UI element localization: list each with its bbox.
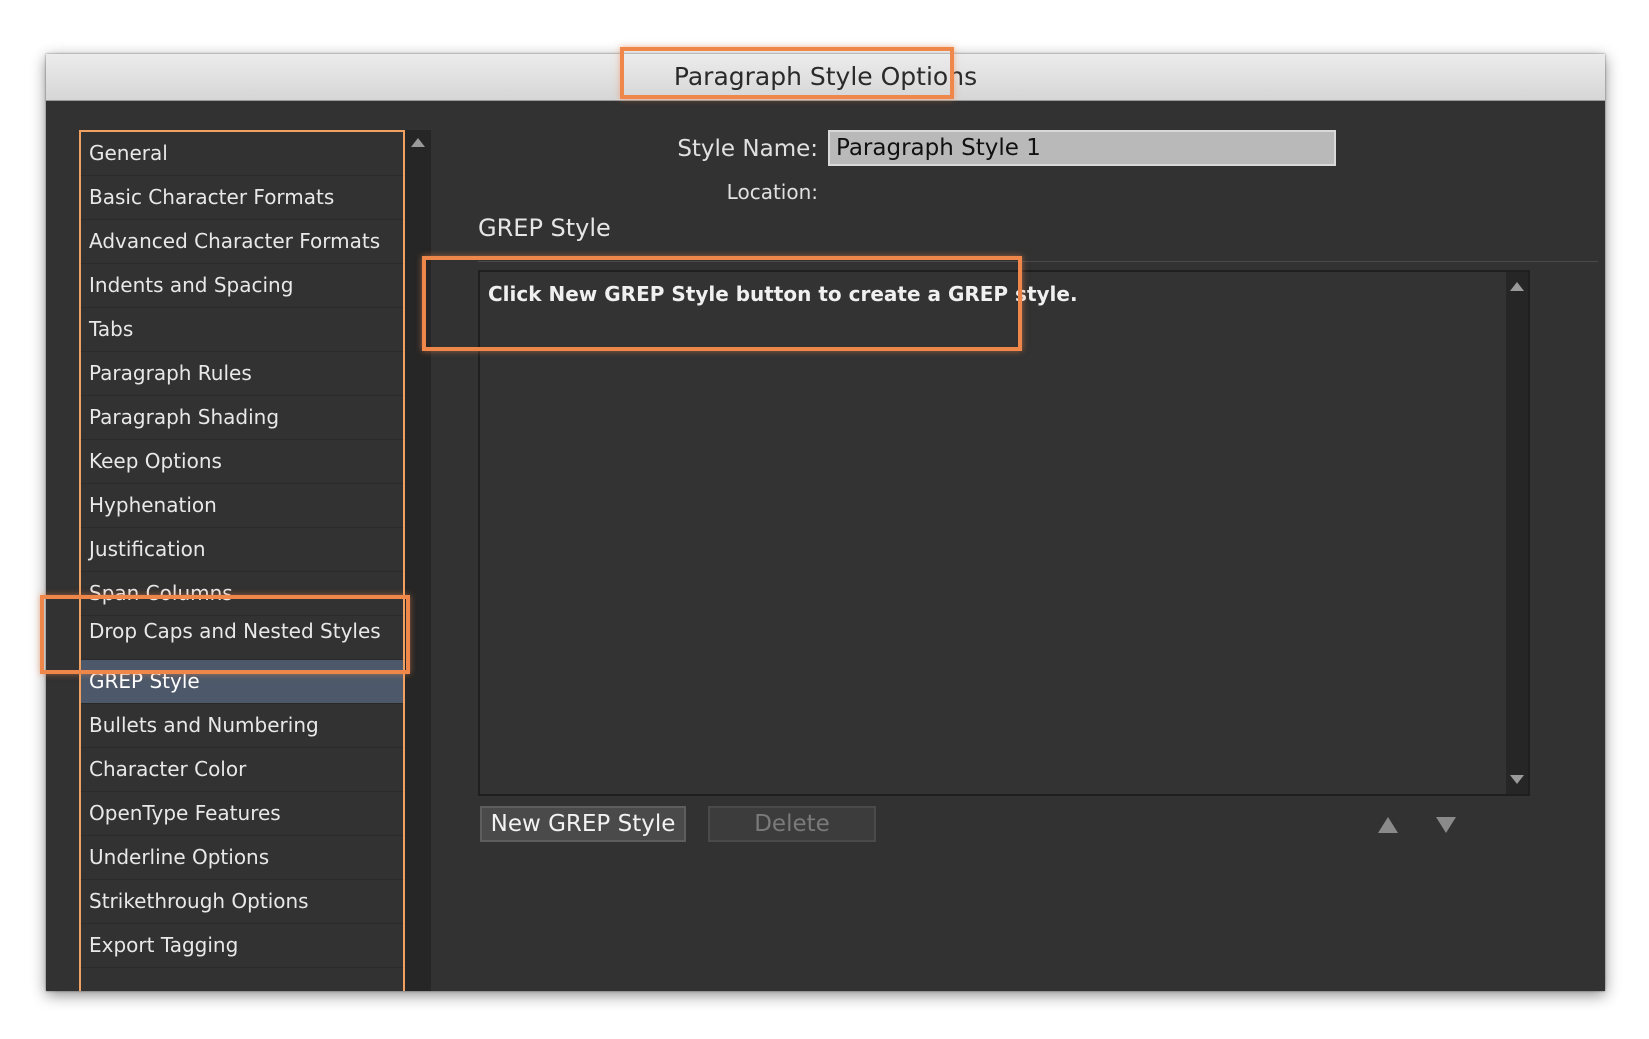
section-heading: GREP Style	[478, 214, 611, 242]
sidebar-item-opentype-features[interactable]: OpenType Features	[81, 792, 403, 836]
sidebar-item-span-columns[interactable]: Span Columns	[81, 572, 403, 616]
triangle-up-icon	[1378, 817, 1398, 833]
sidebar-item-bullets-and-numbering[interactable]: Bullets and Numbering	[81, 704, 403, 748]
sidebar-item-general[interactable]: General	[81, 132, 403, 176]
scroll-down-icon[interactable]	[1510, 775, 1524, 784]
title-bar: Paragraph Style Options	[46, 54, 1605, 101]
scroll-up-icon[interactable]	[411, 138, 425, 147]
sidebar-scrollbar[interactable]	[405, 130, 431, 991]
location-label: Location:	[726, 180, 818, 204]
sidebar-item-export-tagging[interactable]: Export Tagging	[81, 924, 403, 968]
sidebar-list: General Basic Character Formats Advanced C…	[81, 132, 403, 968]
style-name-label: Style Name:	[677, 136, 818, 162]
sidebar-item-character-color[interactable]: Character Color	[81, 748, 403, 792]
style-name-input[interactable]	[828, 130, 1336, 166]
paragraph-style-options-dialog: Paragraph Style Options General Basic Cha…	[40, 47, 1605, 991]
move-down-button[interactable]	[1436, 817, 1456, 833]
sidebar-item-drop-caps-and-nested-styles[interactable]: Drop Caps and Nested Styles	[81, 616, 403, 660]
section-divider	[478, 261, 1598, 262]
new-grep-style-button[interactable]: New GREP Style	[480, 806, 686, 842]
sidebar-item-paragraph-shading[interactable]: Paragraph Shading	[81, 396, 403, 440]
sidebar-item-advanced-character-formats[interactable]: Advanced Character Formats	[81, 220, 403, 264]
sidebar-item-paragraph-rules[interactable]: Paragraph Rules	[81, 352, 403, 396]
sidebar-item-grep-style[interactable]: GREP Style	[81, 660, 403, 704]
sidebar-item-tabs[interactable]: Tabs	[81, 308, 403, 352]
sidebar-item-justification[interactable]: Justification	[81, 528, 403, 572]
sidebar-item-hyphenation[interactable]: Hyphenation	[81, 484, 403, 528]
sidebar-item-indents-and-spacing[interactable]: Indents and Spacing	[81, 264, 403, 308]
delete-button[interactable]: Delete	[708, 806, 876, 842]
sidebar-item-strikethrough-options[interactable]: Strikethrough Options	[81, 880, 403, 924]
window-title: Paragraph Style Options	[673, 62, 978, 91]
sidebar-item-underline-options[interactable]: Underline Options	[81, 836, 403, 880]
grep-list-scrollbar[interactable]	[1506, 272, 1528, 794]
scroll-up-icon[interactable]	[1510, 282, 1524, 291]
sidebar-item-keep-options[interactable]: Keep Options	[81, 440, 403, 484]
move-up-button[interactable]	[1378, 817, 1398, 833]
grep-style-list[interactable]	[478, 270, 1530, 796]
triangle-down-icon	[1436, 817, 1456, 833]
sidebar-item-basic-character-formats[interactable]: Basic Character Formats	[81, 176, 403, 220]
grep-hint-text: Click New GREP Style button to create a …	[488, 282, 1078, 306]
options-sidebar: General Basic Character Formats Advanced C…	[79, 130, 405, 991]
